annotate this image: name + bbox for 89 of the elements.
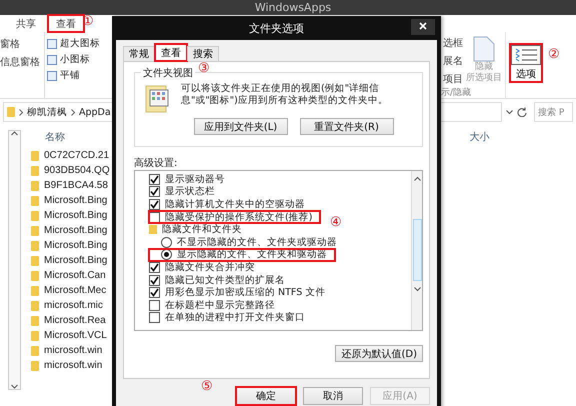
tab[interactable]: 常规 — [123, 46, 155, 61]
folder-icon — [149, 225, 157, 234]
radio-button[interactable] — [161, 236, 172, 248]
layout-option[interactable]: 平铺 — [60, 69, 80, 82]
close-icon — [419, 22, 427, 30]
checkbox[interactable] — [149, 300, 160, 311]
file-name[interactable]: microsoft.win — [44, 360, 102, 371]
folder-view-button[interactable]: 应用到文件夹(L) — [194, 118, 288, 135]
scroll-up-icon[interactable] — [11, 131, 18, 136]
setting-row[interactable]: 隐藏文件夹合并冲突 — [149, 261, 263, 274]
file-name[interactable]: Microsoft.Bing — [44, 255, 108, 266]
ribbon-label[interactable]: 项目 — [443, 72, 463, 86]
file-name[interactable]: Microsoft.Mec — [44, 285, 106, 296]
options-button[interactable]: 选项 — [510, 44, 542, 82]
scrollbar-thumb[interactable] — [412, 219, 422, 281]
checkbox[interactable] — [149, 212, 160, 223]
file-name[interactable]: Microsoft.VCL — [44, 330, 107, 341]
setting-row[interactable]: 隐藏已知文件类型的扩展名 — [149, 274, 293, 286]
file-name[interactable]: Microsoft.Bing — [44, 195, 108, 206]
layout-option[interactable]: 超大图标 — [60, 37, 100, 50]
checkbox[interactable] — [149, 312, 160, 324]
dialog-button[interactable]: 确定 — [236, 387, 296, 405]
checkbox[interactable] — [149, 198, 160, 210]
column-header[interactable]: 大小 — [470, 130, 490, 148]
folder-view-button[interactable]: 重置文件夹(R) — [300, 118, 394, 135]
setting-row[interactable]: 不显示隐藏的文件、文件夹或驱动器 — [149, 236, 345, 249]
setting-row[interactable]: 隐藏受保护的操作系统文件(推荐) — [149, 210, 320, 224]
section-label: 高级设置: — [134, 156, 178, 169]
folder-view-icon — [145, 83, 171, 113]
file-name[interactable]: Microsoft.Rea — [44, 315, 106, 326]
checkbox[interactable] — [149, 174, 160, 185]
scroll-down-icon[interactable] — [11, 384, 18, 389]
ribbon-tab[interactable]: 查看 — [48, 15, 84, 32]
radio-button[interactable] — [161, 249, 172, 260]
file-name[interactable]: 0C72C7CD.21 — [44, 150, 110, 161]
restore-defaults-button[interactable]: 还原为默认值(D) — [335, 345, 423, 362]
group-label: 示/隐藏 — [441, 86, 472, 99]
tab[interactable]: 搜索 — [187, 46, 219, 61]
checkbox[interactable] — [149, 186, 160, 198]
setting-row[interactable]: 用彩色显示加密或压缩的 NTFS 文件 — [149, 286, 334, 299]
dropdown-caret-icon[interactable] — [506, 110, 513, 114]
breadcrumb-item[interactable]: AppDa — [79, 106, 111, 118]
file-name[interactable]: Microsoft.Bing — [44, 225, 108, 236]
file-name[interactable]: microsoft.mic — [44, 300, 103, 311]
folder-icon — [7, 107, 15, 117]
tab[interactable]: 查看 — [155, 44, 187, 61]
dialog-button[interactable]: 取消 — [303, 387, 363, 405]
window-title: WindowsApps — [254, 1, 332, 14]
hide-selected-label: 所选项目 — [466, 73, 502, 84]
chevron-icon — [71, 108, 75, 116]
column-header[interactable]: 名称 — [31, 130, 110, 148]
breadcrumb-item[interactable]: 柳凯清枫 — [27, 106, 67, 118]
setting-row[interactable]: 在单独的进程中打开文件夹窗口 — [149, 312, 313, 324]
checkbox[interactable] — [149, 287, 160, 298]
search-field[interactable]: 搜索 P — [534, 102, 573, 122]
options-list-icon — [511, 45, 541, 65]
description-text: 可以将该文件夹正在使用的视图(例如"详细信息"或"图标")应用到所有这种类型的文件夹中。 — [181, 83, 389, 108]
scrollbar[interactable] — [8, 130, 21, 390]
page-icon — [473, 36, 495, 62]
ribbon-label[interactable]: 信息窗格 — [0, 55, 44, 69]
step-number: ② — [548, 48, 560, 62]
setting-row[interactable]: 显示驱动器号 — [149, 173, 233, 186]
setting-row[interactable]: 在标题栏中显示完整路径 — [149, 298, 283, 312]
setting-row[interactable]: 显示状态栏 — [149, 186, 223, 198]
file-name[interactable]: Microsoft.Bing — [44, 210, 108, 221]
close-button[interactable] — [411, 19, 435, 35]
ribbon-label[interactable]: 窗格 — [0, 37, 44, 51]
step-number: ③ — [198, 62, 210, 76]
file-name[interactable]: Microsoft.Can — [44, 270, 106, 281]
layout-option[interactable]: 小图标 — [60, 53, 90, 66]
file-name[interactable]: microsoft.win — [44, 345, 102, 356]
step-number: ④ — [330, 216, 342, 230]
step-number: ⑤ — [201, 380, 213, 394]
ribbon-label[interactable]: 选框 — [443, 36, 463, 50]
setting-row[interactable]: 隐藏计算机文件夹中的空驱动器 — [149, 198, 313, 211]
group-title: 文件夹视图 — [141, 66, 195, 80]
scrollbar[interactable] — [411, 171, 422, 330]
file-name[interactable]: Microsoft.Bing — [44, 240, 108, 251]
file-name[interactable]: 903DB504.QQ — [44, 165, 110, 176]
dialog-title: 文件夹选项 — [249, 20, 304, 36]
hide-selected-label: 隐藏 — [475, 62, 493, 72]
scroll-down-icon[interactable] — [414, 284, 420, 294]
setting-row[interactable]: 隐藏文件和文件夹 — [149, 223, 250, 236]
refresh-icon[interactable] — [517, 107, 527, 117]
checkbox[interactable] — [149, 262, 160, 273]
ribbon-label[interactable]: 展名 — [443, 54, 463, 68]
checkbox[interactable] — [149, 274, 160, 286]
chevron-icon — [19, 108, 23, 116]
file-name[interactable]: B9F1BCA4.58 — [44, 180, 108, 191]
